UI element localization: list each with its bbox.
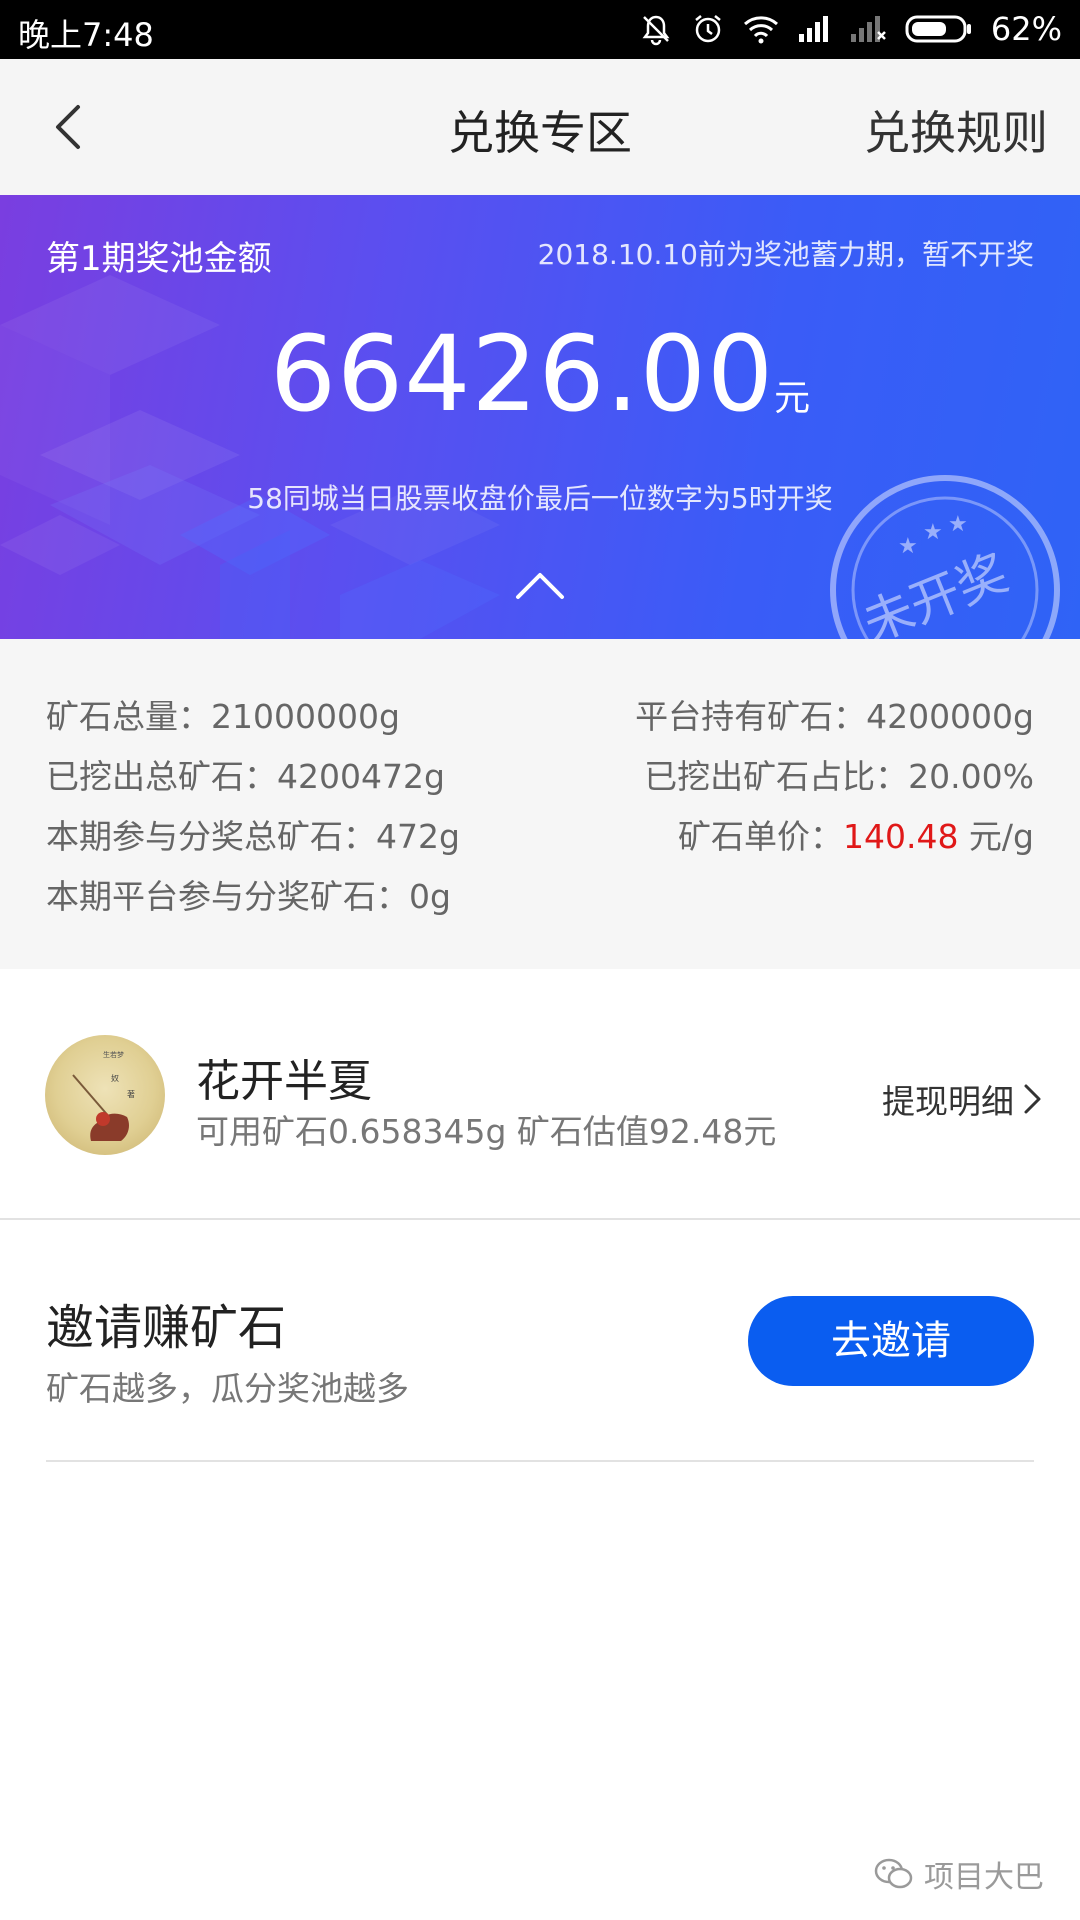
pool-amount-unit: 元 (774, 378, 811, 419)
stat-total-ore: 矿石总量：21000000g (46, 697, 400, 736)
chevron-right-icon (1024, 1084, 1041, 1114)
avatar: 生若梦 奴 著 (45, 1035, 165, 1155)
divider (46, 1460, 1034, 1462)
battery-icon (905, 14, 973, 44)
svg-text:奴: 奴 (111, 1073, 119, 1083)
pool-amount-block: 66426.00元 (0, 313, 1080, 435)
exchange-rules-button[interactable]: 兑换规则 (864, 97, 1048, 163)
invite-subtitle: 矿石越多，瓜分奖池越多 (46, 1369, 409, 1408)
alarm-icon (691, 12, 725, 46)
invite-section: 邀请赚矿石 矿石越多，瓜分奖池越多 去邀请 (0, 1220, 1080, 1460)
pool-period-label: 第1期奖池金额 (46, 239, 272, 279)
stat-period-participating: 本期参与分奖总矿石：472g (46, 817, 460, 856)
svg-text:生若梦: 生若梦 (103, 1050, 124, 1059)
signal-icon (797, 14, 831, 44)
watermark-text: 项目大巴 (924, 1860, 1044, 1895)
chevron-up-icon (516, 573, 564, 599)
unit-price-unit: 元/g (958, 817, 1034, 856)
exchange-page: 晚上7:48 62% 兑换专区 兑换规则 第1期奖池金额 2018.10.10前… (0, 0, 1080, 1920)
stat-mined-total: 已挖出总矿石：4200472g (46, 757, 445, 796)
status-bar: 晚上7:48 62% (0, 0, 1080, 59)
user-name: 花开半夏 (196, 1056, 372, 1107)
pool-amount: 66426.00 (269, 313, 775, 435)
stat-platform-ore: 平台持有矿石：4200000g (635, 697, 1034, 736)
collapse-button[interactable] (512, 565, 568, 605)
svg-text:★: ★ (898, 534, 918, 559)
not-drawn-stamp: 未开奖 ★ ★ ★ ★ (830, 475, 1060, 639)
svg-text:★: ★ (948, 512, 968, 537)
ore-stats: 矿石总量：21000000g 平台持有矿石：4200000g 已挖出总矿石：42… (0, 639, 1080, 969)
pool-accumulation-note: 2018.10.10前为奖池蓄力期，暂不开奖 (537, 238, 1034, 271)
stat-mined-ratio: 已挖出矿石占比：20.00% (644, 757, 1034, 796)
svg-text:著: 著 (127, 1089, 135, 1099)
withdraw-details-link[interactable]: 提现明细 (882, 1075, 1044, 1123)
wifi-icon (743, 14, 779, 44)
user-ore-info: 可用矿石0.658345g 矿石估值92.48元 (196, 1112, 777, 1151)
battery-percent: 62% (990, 10, 1062, 48)
status-time: 晚上7:48 (18, 16, 154, 54)
stat-unit-price: 矿石单价：140.48 元/g (678, 810, 1034, 858)
unit-price-value: 140.48 (842, 817, 959, 856)
wechat-icon (874, 1858, 913, 1889)
status-icons: 62% (639, 8, 1062, 50)
nav-header: 兑换专区 兑换规则 (0, 59, 1080, 195)
bell-muted-icon (639, 12, 673, 46)
watermark: 项目大巴 (874, 1852, 1044, 1896)
stat-platform-participating: 本期平台参与分奖矿石：0g (46, 877, 451, 916)
unit-price-label: 矿石单价： (677, 817, 843, 856)
invite-button[interactable]: 去邀请 (748, 1296, 1034, 1386)
signal-weak-icon (849, 14, 887, 44)
invite-title: 邀请赚矿石 (46, 1300, 287, 1356)
avatar-image: 生若梦 奴 著 (72, 1050, 135, 1141)
prize-pool-banner: 第1期奖池金额 2018.10.10前为奖池蓄力期，暂不开奖 66426.00元… (0, 195, 1080, 639)
svg-text:★: ★ (923, 520, 943, 545)
stamp-text: 未开奖 (855, 544, 1016, 639)
user-card: 生若梦 奴 著 花开半夏 可用矿石0.658345g 矿石估值92.48元 提现… (0, 969, 1080, 1219)
withdraw-details-label: 提现明细 (882, 1082, 1014, 1121)
